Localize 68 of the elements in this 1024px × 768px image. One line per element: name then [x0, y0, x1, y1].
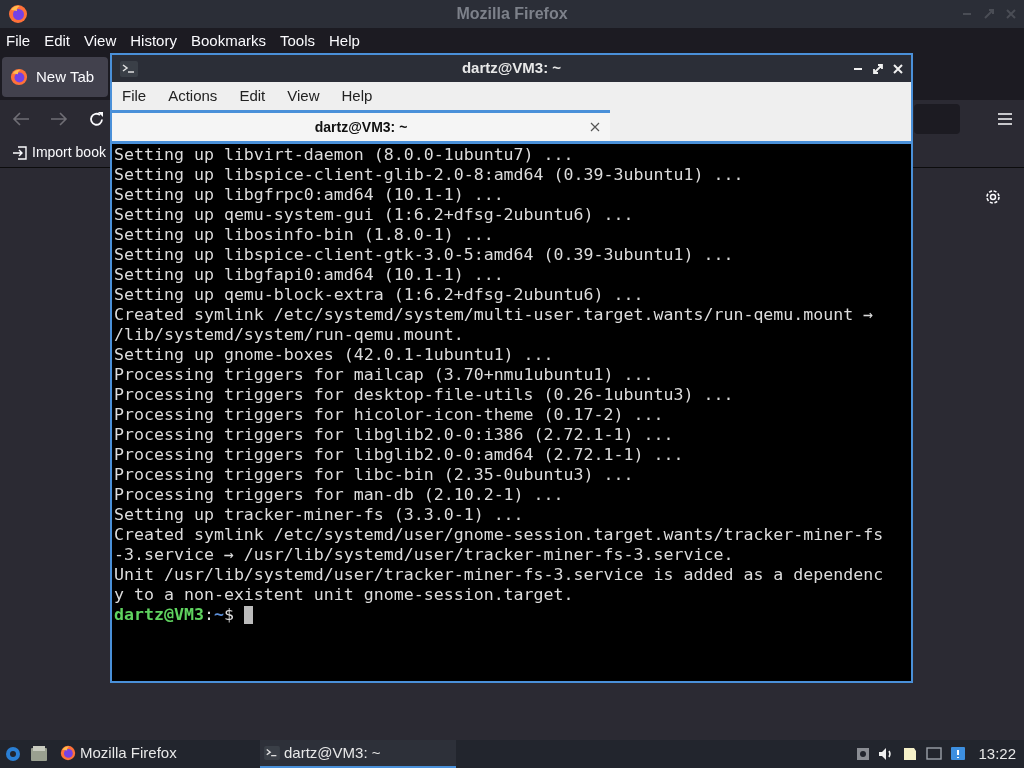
output-line: y to a non-existent unit gnome-session.target. [114, 585, 574, 605]
import-bookmarks-link[interactable]: Import book [32, 142, 106, 163]
output-line: Processing triggers for man-db (2.10.2-1) ... [114, 485, 564, 505]
output-line: -3.service → /usr/lib/systemd/user/tracker-miner-fs-3.service. [114, 545, 734, 565]
back-arrow-icon[interactable] [12, 111, 30, 127]
output-line: Setting up libgfrpc0:amd64 (10.1-1) ... [114, 185, 504, 205]
browser-tab[interactable]: New Tab [2, 57, 108, 97]
menu-item[interactable]: Bookmarks [190, 29, 266, 53]
terminal-icon [120, 60, 138, 77]
reload-icon[interactable] [88, 110, 105, 128]
output-line: Processing triggers for desktop-file-utils (0.26-1ubuntu3) ... [114, 385, 734, 405]
firefox-logo-icon [8, 4, 28, 24]
prompt-separator: : [203, 605, 214, 625]
output-line: Created symlink /etc/systemd/user/gnome-session.target.wants/tracker-miner-fs [114, 525, 884, 545]
start-menu-icon[interactable] [4, 745, 22, 763]
prompt-symbol: $ [223, 605, 234, 625]
window-title: Mozilla Firefox [455, 4, 569, 24]
menu-item[interactable]: Help [341, 85, 373, 108]
terminal-tab[interactable]: dartz@VM3: ~ [112, 110, 610, 141]
import-icon [12, 144, 28, 161]
menu-item[interactable]: History [130, 29, 177, 53]
taskbar-task[interactable]: Mozilla Firefox [56, 740, 252, 768]
output-line: Setting up tracker-miner-fs (3.3.0-1) ... [114, 505, 524, 525]
file-manager-icon[interactable] [30, 746, 48, 762]
taskbar-task[interactable]: dartz@VM3: ~ [260, 740, 456, 768]
menu-item[interactable]: View [287, 85, 320, 108]
output-line: Setting up qemu-system-gui (1:6.2+dfsg-2ubuntu6) ... [114, 205, 634, 225]
menu-item[interactable]: Help [329, 29, 360, 53]
menu-item[interactable]: Edit [44, 29, 71, 53]
output-line: /lib/systemd/system/run-qemu.mount. [114, 325, 464, 345]
forward-arrow-icon[interactable] [50, 111, 68, 127]
output-line: Setting up libosinfo-bin (1.8.0-1) ... [114, 225, 494, 245]
screenshot-icon[interactable] [856, 747, 871, 761]
terminal-icon [264, 746, 280, 760]
menu-item[interactable]: File [6, 29, 31, 53]
output-line: Processing triggers for libglib2.0-0:i386 (2.72.1-1) ... [114, 425, 674, 445]
maximize-icon[interactable] [873, 63, 883, 74]
menu-item[interactable]: Edit [239, 85, 266, 108]
output-line: Setting up libspice-client-glib-2.0-8:amd64 (0.39-3ubuntu1) ... [114, 165, 744, 185]
output-line: Setting up qemu-block-extra (1:6.2+dfsg-2ubuntu6) ... [114, 285, 644, 305]
output-line: Processing triggers for libc-bin (2.35-0ubuntu3) ... [114, 465, 634, 485]
prompt-path: ~ [213, 605, 224, 625]
output-line: Setting up gnome-boxes (42.0.1-1ubuntu1) ... [114, 345, 554, 365]
output-line: Unit /usr/lib/systemd/user/tracker-miner-fs-3.service is added as a dependenc [114, 565, 884, 585]
menu-item[interactable]: Actions [168, 85, 218, 108]
text-cursor [243, 606, 253, 624]
close-tab-icon[interactable] [590, 122, 600, 132]
output-line: Processing triggers for libglib2.0-0:amd64 (2.72.1-1) ... [114, 445, 684, 465]
notes-icon[interactable] [902, 746, 919, 762]
menu-item[interactable]: View [84, 29, 117, 53]
url-field[interactable] [914, 104, 960, 134]
menu-icon[interactable] [998, 113, 1012, 125]
menu-item[interactable]: File [122, 85, 147, 108]
notification-icon[interactable] [950, 746, 967, 762]
output-line: Setting up libvirt-daemon (8.0.0-1ubuntu7) ... [114, 145, 574, 165]
firefox-logo-icon [10, 68, 28, 86]
clock[interactable]: 13:22 [974, 742, 1020, 766]
menu-item[interactable]: Tools [280, 29, 315, 53]
output-line: Created symlink /etc/systemd/system/multi-user.target.wants/run-qemu.mount → [114, 305, 874, 325]
output-line: Processing triggers for hicolor-icon-theme (0.17-2) ... [114, 405, 664, 425]
output-line: Setting up libgfapi0:amd64 (10.1-1) ... [114, 265, 504, 285]
output-line: Processing triggers for mailcap (3.70+nmu1ubuntu1) ... [114, 365, 654, 385]
settings-icon[interactable] [984, 188, 1002, 206]
output-line: Setting up libspice-client-gtk-3.0-5:amd64 (0.39-3ubuntu1) ... [114, 245, 734, 265]
window-title: dartz@VM3: ~ [460, 58, 563, 79]
firefox-logo-icon [60, 745, 76, 761]
prompt-user: dartz@VM3 [114, 605, 204, 625]
monitor-icon[interactable] [926, 747, 943, 761]
